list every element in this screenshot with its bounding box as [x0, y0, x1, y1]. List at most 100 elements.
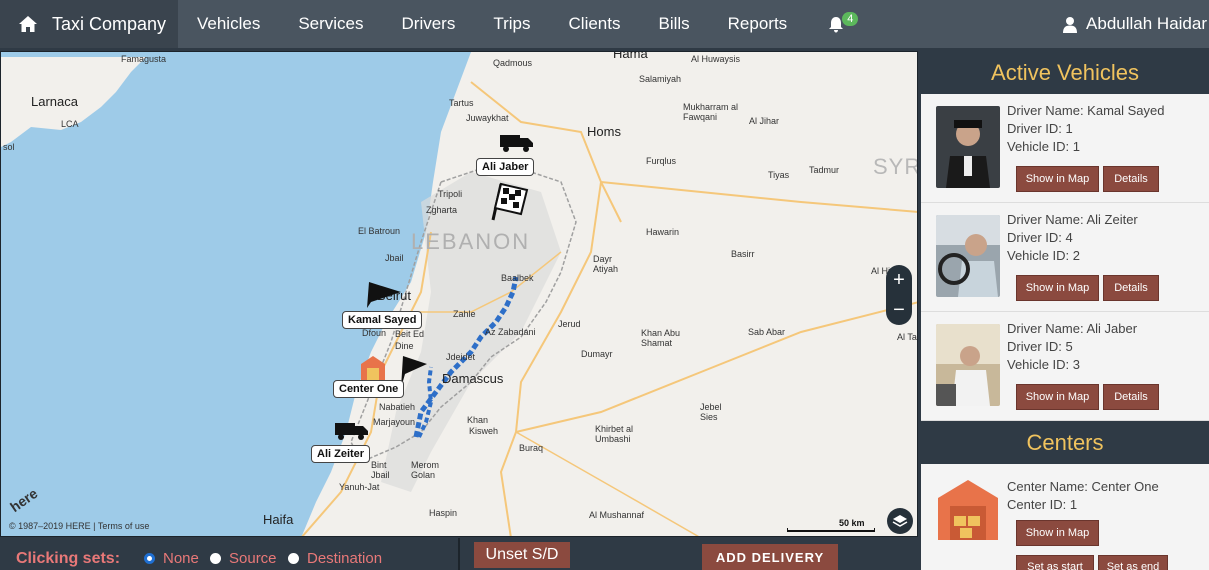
map-base-svg	[1, 52, 917, 536]
radio-none[interactable]: None	[144, 550, 199, 567]
place-al-jihar: Al Jihar	[749, 116, 780, 126]
place-furqlus: Furqlus	[646, 156, 677, 166]
nav-drivers[interactable]: Drivers	[383, 0, 475, 48]
radio-destination-dot[interactable]	[288, 553, 299, 564]
place-sab-abar: Sab Abar	[748, 327, 786, 337]
place-hasbaya: Haspin	[429, 508, 458, 518]
details-button[interactable]: Details	[1103, 166, 1159, 192]
show-in-map-button[interactable]: Show in Map	[1016, 384, 1099, 410]
active-vehicles-heading: Active Vehicles	[921, 51, 1209, 94]
map-view[interactable]: Famagusta Larnaca LCA sol Qadmous Hama A…	[0, 51, 918, 537]
driver-id: Driver ID: 1	[1007, 121, 1073, 136]
centers-heading: Centers	[921, 421, 1209, 464]
place-tadmur: Tadmur	[809, 165, 840, 175]
driver-name: Driver Name: Kamal Sayed	[1007, 103, 1165, 118]
nav-bills[interactable]: Bills	[639, 0, 708, 48]
vehicle-id: Vehicle ID: 3	[1007, 357, 1080, 372]
radio-source-dot[interactable]	[210, 553, 221, 564]
nav-trips[interactable]: Trips	[474, 0, 549, 48]
driver-avatar-icon	[936, 324, 1000, 406]
place-buraq: Buraq	[519, 443, 544, 453]
marker-label-ali-jaber[interactable]: Ali Jaber	[476, 158, 535, 176]
details-button[interactable]: Details	[1103, 384, 1159, 410]
nav-reports[interactable]: Reports	[709, 0, 807, 48]
zoom-out-button[interactable]: −	[893, 299, 905, 322]
place-bint-jbeil: Bint Jbail	[371, 460, 390, 480]
place-al-huwaysis: Al Huwaysis	[691, 54, 741, 64]
add-delivery-button[interactable]: ADD DELIVERY	[702, 544, 838, 570]
details-button[interactable]: Details	[1103, 275, 1159, 301]
brand-link[interactable]: Taxi Company	[0, 0, 178, 48]
driver-avatar-icon	[936, 215, 1000, 297]
place-baalbek: Baalbek	[501, 273, 534, 283]
place-tripoli: Tripoli	[438, 189, 463, 199]
truck-icon[interactable]	[499, 132, 535, 154]
place-syria: SYR	[873, 154, 918, 179]
vehicle-info: Driver Name: Ali Zeiter Driver ID: 4 Veh…	[1007, 211, 1138, 265]
user-menu[interactable]: Abdullah Haidar	[1062, 0, 1209, 48]
vehicle-card: Driver Name: Kamal Sayed Driver ID: 1 Ve…	[921, 94, 1209, 203]
marker-label-ali-zeiter[interactable]: Ali Zeiter	[311, 445, 371, 463]
place-dfoun: Dfoun	[362, 328, 387, 338]
driver-photo	[936, 324, 1000, 406]
warehouse-icon	[361, 356, 385, 380]
place-salamiyah: Salamiyah	[639, 74, 682, 84]
zoom-in-button[interactable]: +	[893, 269, 905, 292]
nav-vehicles[interactable]: Vehicles	[178, 0, 279, 48]
place-mukharram: Mukharram al Fawqani	[683, 102, 739, 122]
driver-photo	[936, 106, 1000, 188]
flag-icon	[367, 282, 401, 308]
divider	[458, 538, 460, 570]
center-info: Center Name: Center One Center ID: 1	[1007, 478, 1159, 514]
checkered-flag-icon	[491, 182, 529, 221]
place-hama: Hama	[613, 51, 648, 61]
show-in-map-button[interactable]: Show in Map	[1016, 166, 1099, 192]
vehicle-id: Vehicle ID: 2	[1007, 248, 1080, 263]
place-tartus: Tartus	[449, 98, 474, 108]
center-card: Center Name: Center One Center ID: 1 Sho…	[921, 464, 1209, 570]
vehicle-card: Driver Name: Ali Jaber Driver ID: 5 Vehi…	[921, 312, 1209, 421]
radio-none-dot[interactable]	[144, 553, 155, 564]
show-in-map-button[interactable]: Show in Map	[1016, 275, 1099, 301]
radio-destination-label: Destination	[307, 550, 383, 567]
sidebar: Active Vehicles Driver Name: Kamal Sayed…	[921, 51, 1209, 570]
truck-icon[interactable]	[334, 420, 370, 442]
place-al-ta: Al Ta	[897, 332, 917, 342]
road-5	[499, 431, 517, 536]
place-sol: sol	[3, 142, 15, 152]
radio-destination[interactable]: Destination	[288, 550, 382, 567]
layers-icon	[892, 515, 908, 527]
layers-button[interactable]	[887, 508, 913, 534]
driver-name: Driver Name: Ali Jaber	[1007, 321, 1138, 336]
place-larnaca: Larnaca	[31, 94, 78, 109]
place-al-mushannaf: Al Mushannaf	[589, 510, 645, 520]
unset-sd-button[interactable]: Unset S/D	[474, 542, 570, 568]
show-in-map-button[interactable]: Show in Map	[1016, 520, 1099, 546]
marker-label-kamal-sayed[interactable]: Kamal Sayed	[342, 311, 423, 329]
bottom-controls: Clicking sets: None Source Destination U…	[0, 538, 918, 570]
set-as-start-button[interactable]: Set as start	[1016, 555, 1094, 570]
driver-id: Driver ID: 4	[1007, 230, 1073, 245]
clicking-sets-label: Clicking sets:	[16, 550, 121, 567]
vehicle-info: Driver Name: Ali Jaber Driver ID: 5 Vehi…	[1007, 320, 1137, 374]
vehicle-card: Driver Name: Ali Zeiter Driver ID: 4 Veh…	[921, 203, 1209, 312]
nav-services[interactable]: Services	[279, 0, 382, 48]
place-qadmous: Qadmous	[493, 58, 533, 68]
place-juwaykhat: Juwaykhat	[466, 113, 509, 123]
notifications-button[interactable]: 4	[806, 0, 862, 48]
notification-count-badge: 4	[842, 12, 859, 26]
place-dayr-atiyah: Dayr Atiyah	[593, 254, 619, 274]
nav-clients[interactable]: Clients	[550, 0, 640, 48]
place-lebanon: LEBANON	[411, 229, 531, 254]
place-khan: Khan	[467, 415, 489, 425]
warehouse-icon	[938, 480, 998, 540]
place-zahle: Zahle	[453, 309, 476, 319]
scale-label: 50 km	[839, 518, 865, 528]
map-copyright[interactable]: © 1987–2019 HERE | Terms of use	[9, 521, 149, 531]
place-khan-abu-shamat: Khan Abu Shamat	[641, 328, 681, 348]
set-as-end-button[interactable]: Set as end	[1098, 555, 1168, 570]
marker-label-center-one[interactable]: Center One	[333, 380, 405, 398]
place-tiyas: Tiyas	[768, 170, 790, 180]
radio-source[interactable]: Source	[210, 550, 277, 567]
place-lca: LCA	[61, 119, 79, 129]
